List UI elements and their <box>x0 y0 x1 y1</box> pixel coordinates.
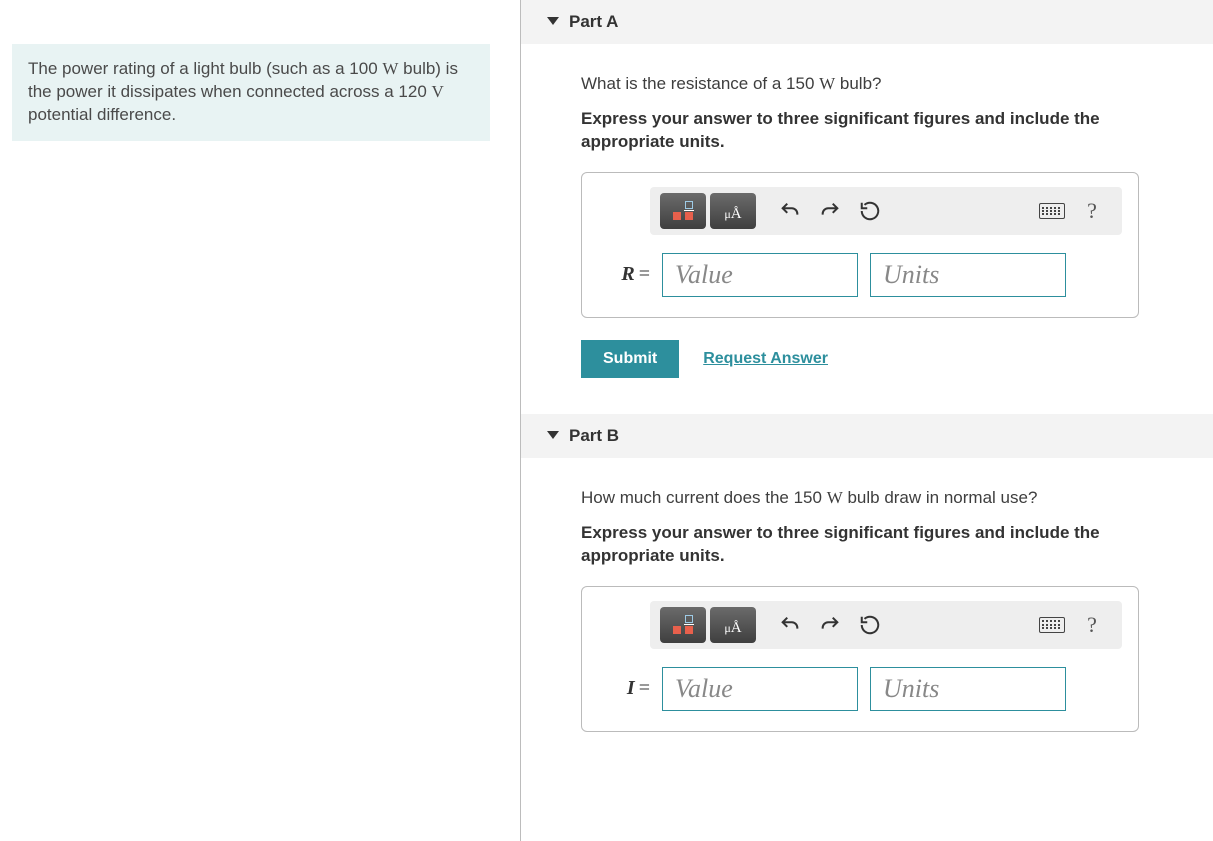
fraction-template-button[interactable] <box>660 607 706 643</box>
part-a-title: Part A <box>569 12 618 32</box>
value-input[interactable]: Value <box>662 253 858 297</box>
chevron-down-icon <box>547 431 559 439</box>
units-input[interactable]: Units <box>870 667 1066 711</box>
unit-v: V <box>432 82 444 101</box>
help-button[interactable]: ? <box>1072 607 1112 643</box>
part-a-question: What is the resistance of a 150 W bulb? <box>581 74 1193 94</box>
part-b-question: How much current does the 150 W bulb dra… <box>581 488 1193 508</box>
reset-button[interactable] <box>850 193 890 229</box>
redo-button[interactable] <box>810 607 850 643</box>
keyboard-icon <box>1039 203 1065 219</box>
help-icon: ? <box>1087 612 1097 638</box>
help-button[interactable]: ? <box>1072 193 1112 229</box>
variable-label-i: I= <box>598 677 650 700</box>
undo-button[interactable] <box>770 193 810 229</box>
keyboard-icon <box>1039 617 1065 633</box>
part-b-body: How much current does the 150 W bulb dra… <box>521 458 1213 768</box>
keyboard-button[interactable] <box>1032 193 1072 229</box>
part-a-body: What is the resistance of a 150 W bulb? … <box>521 44 1213 414</box>
request-answer-link[interactable]: Request Answer <box>703 350 828 368</box>
units-symbol-button[interactable]: μÅ <box>710 607 756 643</box>
part-a-answer-card: μÅ <box>581 172 1139 318</box>
help-icon: ? <box>1087 198 1097 224</box>
redo-button[interactable] <box>810 193 850 229</box>
chevron-down-icon <box>547 17 559 25</box>
undo-button[interactable] <box>770 607 810 643</box>
part-b-answer-card: μÅ <box>581 586 1139 732</box>
unit-w: W <box>382 59 398 78</box>
part-b-title: Part B <box>569 426 619 446</box>
units-input[interactable]: Units <box>870 253 1066 297</box>
part-b-instruction: Express your answer to three significant… <box>581 522 1193 568</box>
part-a-header[interactable]: Part A <box>521 0 1213 44</box>
variable-label-r: R= <box>598 263 650 286</box>
units-symbol-button[interactable]: μÅ <box>710 193 756 229</box>
fraction-template-button[interactable] <box>660 193 706 229</box>
keyboard-button[interactable] <box>1032 607 1072 643</box>
part-b-header[interactable]: Part B <box>521 414 1213 458</box>
value-input[interactable]: Value <box>662 667 858 711</box>
reset-button[interactable] <box>850 607 890 643</box>
answer-toolbar: μÅ <box>650 601 1122 649</box>
part-a-instruction: Express your answer to three significant… <box>581 108 1193 154</box>
problem-statement: The power rating of a light bulb (such a… <box>12 44 490 141</box>
submit-button[interactable]: Submit <box>581 340 679 378</box>
answer-toolbar: μÅ <box>650 187 1122 235</box>
problem-text: The power rating of a light bulb (such a… <box>28 59 382 78</box>
